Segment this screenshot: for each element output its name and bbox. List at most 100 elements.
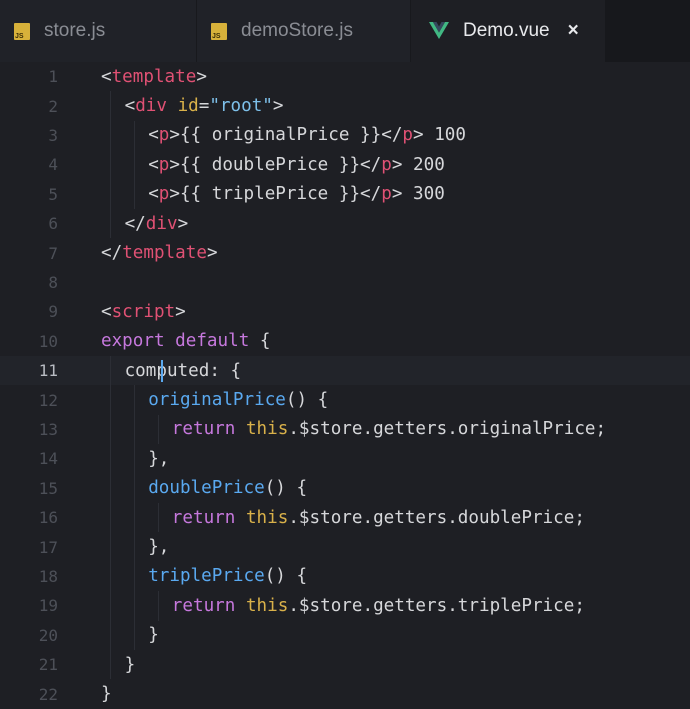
code-token: p xyxy=(158,184,170,205)
code-line[interactable]: 9 <script> xyxy=(0,297,690,326)
code-line[interactable]: 2 <div id="root"> xyxy=(0,91,690,120)
code-token: () { xyxy=(264,478,308,499)
code-line[interactable]: 8 xyxy=(0,268,690,297)
code-line[interactable]: 10 export default { xyxy=(0,327,690,356)
code-token: > xyxy=(206,243,218,264)
code-line[interactable]: 21} xyxy=(0,650,690,679)
line-number: 5 xyxy=(48,184,58,204)
code-token: template xyxy=(122,243,207,264)
code-token: return xyxy=(171,419,236,440)
code-token: < xyxy=(101,301,112,322)
code-token: div xyxy=(135,96,167,117)
code-line[interactable]: 18 triplePrice() { xyxy=(0,562,690,591)
text-cursor xyxy=(161,360,163,382)
code-token: doublePrice xyxy=(148,478,265,499)
code-token: computed: { xyxy=(124,360,242,381)
code-token: { xyxy=(249,331,271,352)
tab-demostore-js[interactable]: JS demoStore.js xyxy=(196,0,410,62)
line-number: 6 xyxy=(48,214,58,234)
line-number: 22 xyxy=(38,684,58,704)
line-number: 20 xyxy=(38,625,58,645)
code-token: script xyxy=(111,301,176,322)
code-line[interactable]: 12 originalPrice() { xyxy=(0,385,690,414)
tab-label: Demo.vue xyxy=(463,20,550,41)
code-token: "root" xyxy=(209,96,273,117)
line-number: 14 xyxy=(38,449,58,469)
code-token: export xyxy=(101,331,165,352)
tab-label: demoStore.js xyxy=(241,20,353,41)
code-token: template xyxy=(111,66,197,87)
code-token: return xyxy=(171,507,236,528)
tab-store-js[interactable]: JS store.js xyxy=(0,0,196,62)
code-token: p xyxy=(381,154,392,175)
code-token: < xyxy=(148,184,159,205)
code-line[interactable]: 3 <p>{{ originalPrice }}</p> 100 xyxy=(0,121,690,150)
line-number: 19 xyxy=(38,596,58,616)
line-number: 7 xyxy=(48,243,58,263)
code-token: > xyxy=(177,213,189,234)
code-token: > 200 xyxy=(391,154,445,175)
line-number: 21 xyxy=(38,655,58,675)
code-text: <p>{{ originalPrice }}</p> 100 xyxy=(148,125,466,145)
line-number: 12 xyxy=(38,390,58,410)
code-line[interactable]: 13 return this.$store.getters.originalPri… xyxy=(0,415,690,444)
js-file-icon: JS xyxy=(211,22,227,40)
code-token: >{{ doublePrice }}</ xyxy=(169,154,382,175)
line-number: 1 xyxy=(48,67,58,87)
code-token: p xyxy=(402,125,414,146)
code-text: <p>{{ triplePrice }}</p> 300 xyxy=(148,184,445,204)
code-line[interactable]: 11 computed: { xyxy=(0,356,690,386)
code-token: }, xyxy=(148,537,170,558)
code-text: <div id="root"> xyxy=(125,96,284,116)
code-token: < xyxy=(148,154,159,175)
code-text: }, xyxy=(148,537,169,557)
code-token: > xyxy=(196,66,207,87)
code-token: > 100 xyxy=(413,125,466,146)
code-text: triplePrice() { xyxy=(148,566,307,586)
code-line[interactable]: 1 <template> xyxy=(0,62,690,91)
code-line[interactable]: 14}, xyxy=(0,444,690,473)
code-editor[interactable]: 1 <template> 2 <div id="root"> 3 <p>{{ origin… xyxy=(0,62,690,704)
code-line[interactable]: 20} xyxy=(0,621,690,650)
indent-guide xyxy=(134,385,135,650)
line-number: 4 xyxy=(48,155,58,175)
code-token: </ xyxy=(101,243,123,264)
code-line[interactable]: 4 <p>{{ doublePrice }}</p> 200 xyxy=(0,150,690,179)
indent-guide xyxy=(158,414,159,445)
code-token: originalPrice xyxy=(148,390,286,411)
tab-label: store.js xyxy=(44,20,106,41)
code-token: > xyxy=(175,301,186,322)
code-line[interactable]: 6 </div> xyxy=(0,209,690,238)
line-number: 10 xyxy=(38,331,58,351)
code-token: > xyxy=(272,96,284,117)
code-token: () { xyxy=(285,390,329,411)
code-line[interactable]: 22} xyxy=(0,679,690,708)
code-token: > 300 xyxy=(391,184,445,205)
code-text: doublePrice() { xyxy=(148,478,307,498)
close-icon[interactable]: × xyxy=(568,20,579,42)
code-text: return this.$store.getters.originalPrice… xyxy=(172,419,606,439)
code-token: < xyxy=(148,125,159,146)
code-line[interactable]: 7 </template> xyxy=(0,238,690,267)
code-token: div xyxy=(145,213,178,234)
code-line[interactable]: 16 return this.$store.getters.doublePrice… xyxy=(0,503,690,532)
code-text: return this.$store.getters.triplePrice; xyxy=(172,596,585,616)
line-number: 16 xyxy=(38,508,58,528)
line-number: 8 xyxy=(48,272,58,292)
code-line[interactable]: 19 return this.$store.getters.triplePrice… xyxy=(0,591,690,620)
code-line[interactable]: 17}, xyxy=(0,532,690,561)
line-number: 3 xyxy=(48,125,58,145)
code-text: <p>{{ doublePrice }}</p> 200 xyxy=(148,155,445,175)
code-text: <template> xyxy=(101,67,207,87)
tab-demo-vue[interactable]: Demo.vue × xyxy=(410,0,605,62)
code-line[interactable]: 15 doublePrice() { xyxy=(0,474,690,503)
line-number: 11 xyxy=(38,361,58,381)
code-line[interactable]: 5 <p>{{ triplePrice }}</p> 300 xyxy=(0,180,690,209)
code-token: this xyxy=(245,595,289,616)
code-token: return xyxy=(171,595,236,616)
code-token: p xyxy=(158,154,170,175)
